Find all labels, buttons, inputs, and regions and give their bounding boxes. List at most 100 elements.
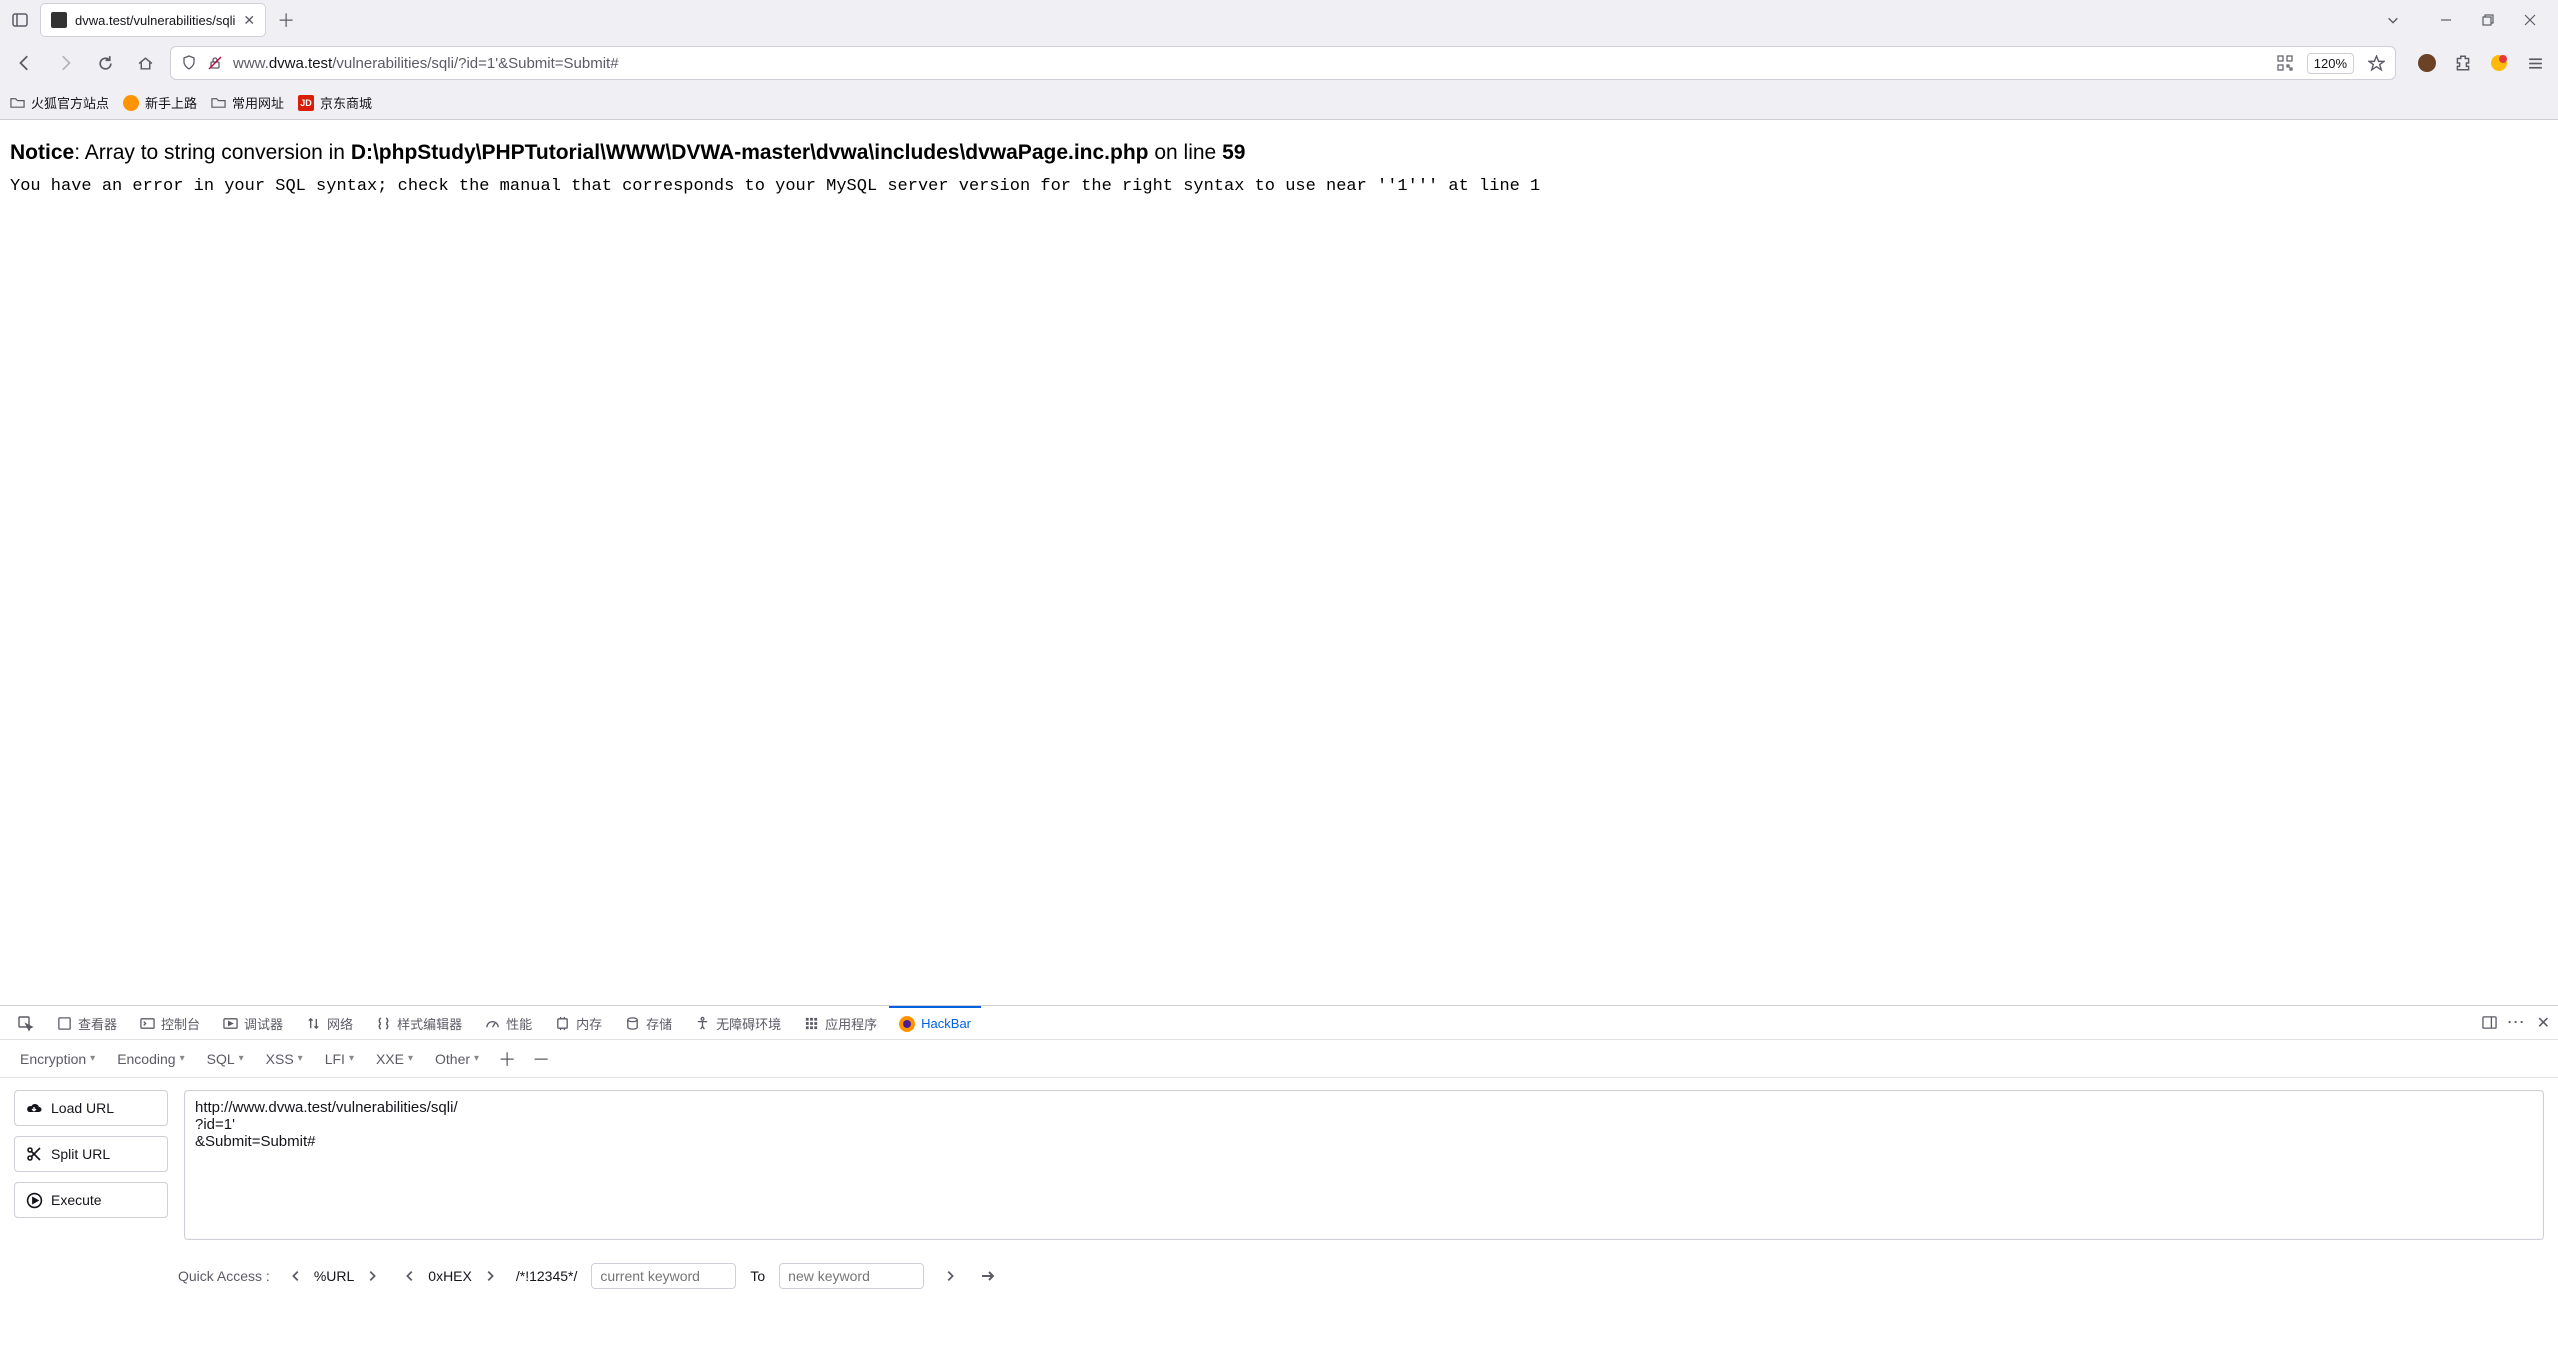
devtools-tabs: 查看器 控制台 调试器 网络 样式编辑器 性能 内存 存储 无障碍环境 应用程序… [0,1006,2558,1040]
hackbar-quick-access: Quick Access : %URL 0xHEX /*!12345*/ To [0,1252,2558,1300]
sidebar-toggle-icon[interactable] [6,6,34,34]
tab-close-icon[interactable]: ✕ [243,12,255,29]
caret-down-icon: ▾ [408,1053,413,1064]
devtools-more-icon[interactable]: ⋯ [2507,1012,2527,1033]
devtools-tab-network-label: 网络 [327,1014,353,1033]
caret-down-icon: ▾ [239,1053,244,1064]
hackbar-body: Load URL Split URL Execute [0,1078,2558,1252]
bookmark-1-label: 火狐官方站点 [31,93,109,112]
url-text: www.dvwa.test/vulnerabilities/sqli/?id=1… [233,55,619,72]
hackbar-left-buttons: Load URL Split URL Execute [14,1090,168,1240]
quick-comment-text[interactable]: /*!12345*/ [516,1268,578,1284]
hb-split-url-button[interactable]: Split URL [14,1136,168,1172]
devtools-pick-icon[interactable] [8,1006,44,1039]
shield-icon[interactable] [181,55,197,71]
hb-menu-other-label: Other [435,1051,470,1067]
chevron-left-icon[interactable] [284,1264,308,1288]
hb-menu-xss[interactable]: XSS▾ [258,1047,311,1071]
url-box[interactable]: www.dvwa.test/vulnerabilities/sqli/?id=1… [170,46,2396,80]
hb-execute-button[interactable]: Execute [14,1182,168,1218]
hb-menu-encoding[interactable]: Encoding▾ [109,1047,192,1071]
window-close-icon[interactable] [2514,6,2546,34]
devtools-tab-inspector[interactable]: 查看器 [46,1006,127,1039]
devtools-tab-perf-label: 性能 [506,1014,532,1033]
devtools-dock-icon[interactable] [2482,1015,2497,1030]
devtools-tab-a11y[interactable]: 无障碍环境 [684,1006,791,1039]
notice-line: 59 [1222,141,1245,164]
devtools-tab-hackbar[interactable]: HackBar [889,1006,981,1039]
hackbar-icon [899,1016,915,1032]
hb-menu-sql[interactable]: SQL▾ [199,1047,252,1071]
url-path: /vulnerabilities/sqli/?id=1'&Submit=Subm… [332,55,618,72]
hb-menu-lfi[interactable]: LFI ▾ [317,1047,362,1071]
devtools-tab-app-label: 应用程序 [825,1014,877,1033]
chevron-right-icon[interactable] [360,1264,384,1288]
folder-icon [10,95,25,110]
extensions-icon[interactable] [2450,50,2476,76]
forward-button[interactable] [50,48,80,78]
sql-error-text: You have an error in your SQL syntax; ch… [10,177,2548,196]
ext-icon-1[interactable] [2414,50,2440,76]
chevron-left-icon[interactable] [398,1264,422,1288]
bookmark-2[interactable]: 新手上路 [123,93,197,112]
devtools-tab-console-label: 控制台 [161,1014,200,1033]
hb-menu-other[interactable]: Other▾ [427,1047,487,1071]
devtools-tab-network[interactable]: 网络 [295,1006,363,1039]
devtools-tab-style[interactable]: 样式编辑器 [365,1006,472,1039]
tabs-dropdown-icon[interactable] [2386,13,2400,27]
arrow-right-icon[interactable] [976,1264,1000,1288]
url-prefix: www. [233,55,269,72]
home-button[interactable] [130,48,160,78]
notice-sep: : [74,141,85,164]
quick-url-group: %URL [284,1264,384,1288]
app-menu-icon[interactable] [2522,50,2548,76]
bookmark-4[interactable]: JD京东商城 [298,93,372,112]
chevron-right-icon[interactable] [938,1264,962,1288]
notice-text-1: Array to string conversion in [85,141,351,164]
devtools-tab-debugger[interactable]: 调试器 [212,1006,293,1039]
hb-menu-lfi-label: LFI [325,1051,345,1067]
hb-menu-encryption-label: Encryption [20,1051,86,1067]
jd-icon: JD [298,95,314,111]
hb-menu-xxe-label: XXE [376,1051,404,1067]
lock-insecure-icon[interactable] [207,55,223,71]
hb-load-url-label: Load URL [51,1100,114,1116]
bookmark-star-icon[interactable] [2368,55,2385,72]
devtools-tab-memory[interactable]: 内存 [544,1006,612,1039]
caret-down-icon: ▾ [180,1053,185,1064]
window-restore-icon[interactable] [2472,6,2504,34]
scissors-icon [25,1145,43,1163]
devtools-tab-app[interactable]: 应用程序 [793,1006,887,1039]
new-tab-button[interactable]: ＋ [272,6,300,34]
window-controls [2430,6,2546,34]
hb-menu-xxe[interactable]: XXE ▾ [368,1047,421,1071]
hackbar-url-textarea[interactable] [184,1090,2544,1240]
browser-tab[interactable]: dvwa.test/vulnerabilities/sqli ✕ [40,3,266,37]
reload-button[interactable] [90,48,120,78]
hb-add-button[interactable]: ＋ [493,1045,521,1073]
tab-title: dvwa.test/vulnerabilities/sqli [75,13,235,28]
bookmark-1[interactable]: 火狐官方站点 [10,93,109,112]
hackbar-menus: Encryption▾ Encoding▾ SQL▾ XSS▾ LFI▾ XXE… [0,1040,2558,1078]
devtools-tab-console[interactable]: 控制台 [129,1006,210,1039]
hb-menu-encryption[interactable]: Encryption▾ [12,1047,103,1071]
quick-to-label: To [750,1268,765,1284]
chevron-right-icon[interactable] [478,1264,502,1288]
ext-icon-2[interactable] [2486,50,2512,76]
hb-remove-button[interactable]: － [527,1045,555,1073]
devtools-tab-storage[interactable]: 存储 [614,1006,682,1039]
bookmark-3[interactable]: 常用网址 [211,93,284,112]
devtools-close-icon[interactable]: ✕ [2537,1013,2550,1033]
window-minimize-icon[interactable] [2430,6,2462,34]
qr-icon[interactable] [2277,55,2293,71]
caret-down-icon: ▾ [349,1053,354,1064]
new-keyword-input[interactable] [779,1263,924,1289]
url-domain: dvwa.test [269,55,332,72]
notice-path: D:\phpStudy\PHPTutorial\WWW\DVWA-master\… [351,141,1149,164]
hb-execute-label: Execute [51,1192,102,1208]
devtools-tab-perf[interactable]: 性能 [474,1006,542,1039]
zoom-badge[interactable]: 120% [2307,53,2354,74]
hb-load-url-button[interactable]: Load URL [14,1090,168,1126]
back-button[interactable] [10,48,40,78]
current-keyword-input[interactable] [591,1263,736,1289]
